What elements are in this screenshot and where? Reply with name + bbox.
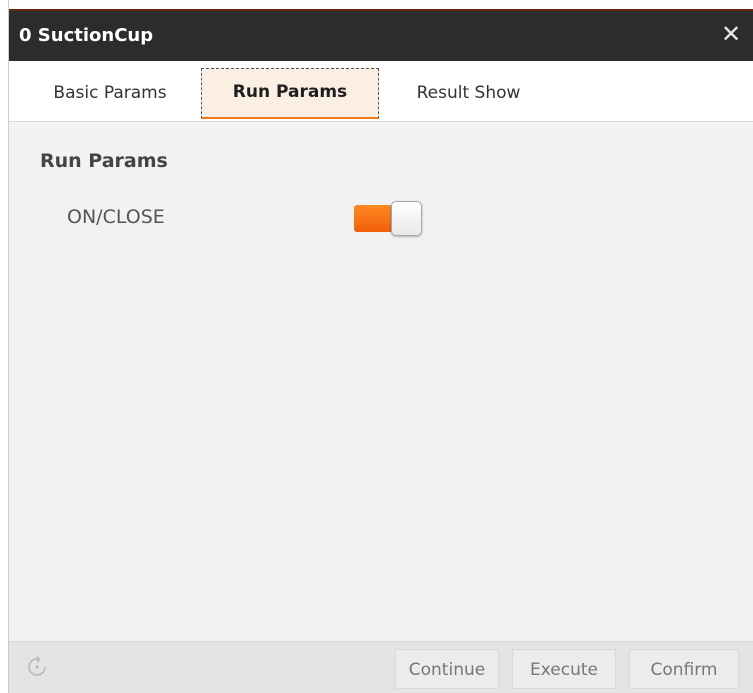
section-title: Run Params <box>40 150 168 172</box>
toggle-knob[interactable] <box>391 201 422 236</box>
refresh-icon[interactable] <box>25 654 49 680</box>
continue-button[interactable]: Continue <box>395 649 499 689</box>
execute-button[interactable]: Execute <box>512 649 616 689</box>
close-icon[interactable]: ✕ <box>716 19 746 49</box>
tab-basic-params[interactable]: Basic Params <box>19 68 201 119</box>
tab-bar: Basic Params Run Params Result Show <box>9 61 753 122</box>
confirm-button[interactable]: Confirm <box>629 649 739 689</box>
dialog-window: 0 SuctionCup ✕ Basic Params Run Params R… <box>8 0 753 693</box>
on-close-toggle[interactable] <box>354 201 422 236</box>
footer-bar: Continue Execute Confirm <box>9 641 753 693</box>
window-title: 0 SuctionCup <box>19 25 154 46</box>
tab-result-show[interactable]: Result Show <box>381 68 556 119</box>
on-close-label: ON/CLOSE <box>67 206 165 228</box>
title-bar: 0 SuctionCup ✕ <box>9 9 753 61</box>
tab-run-params[interactable]: Run Params <box>201 68 379 119</box>
top-edge <box>9 0 753 9</box>
